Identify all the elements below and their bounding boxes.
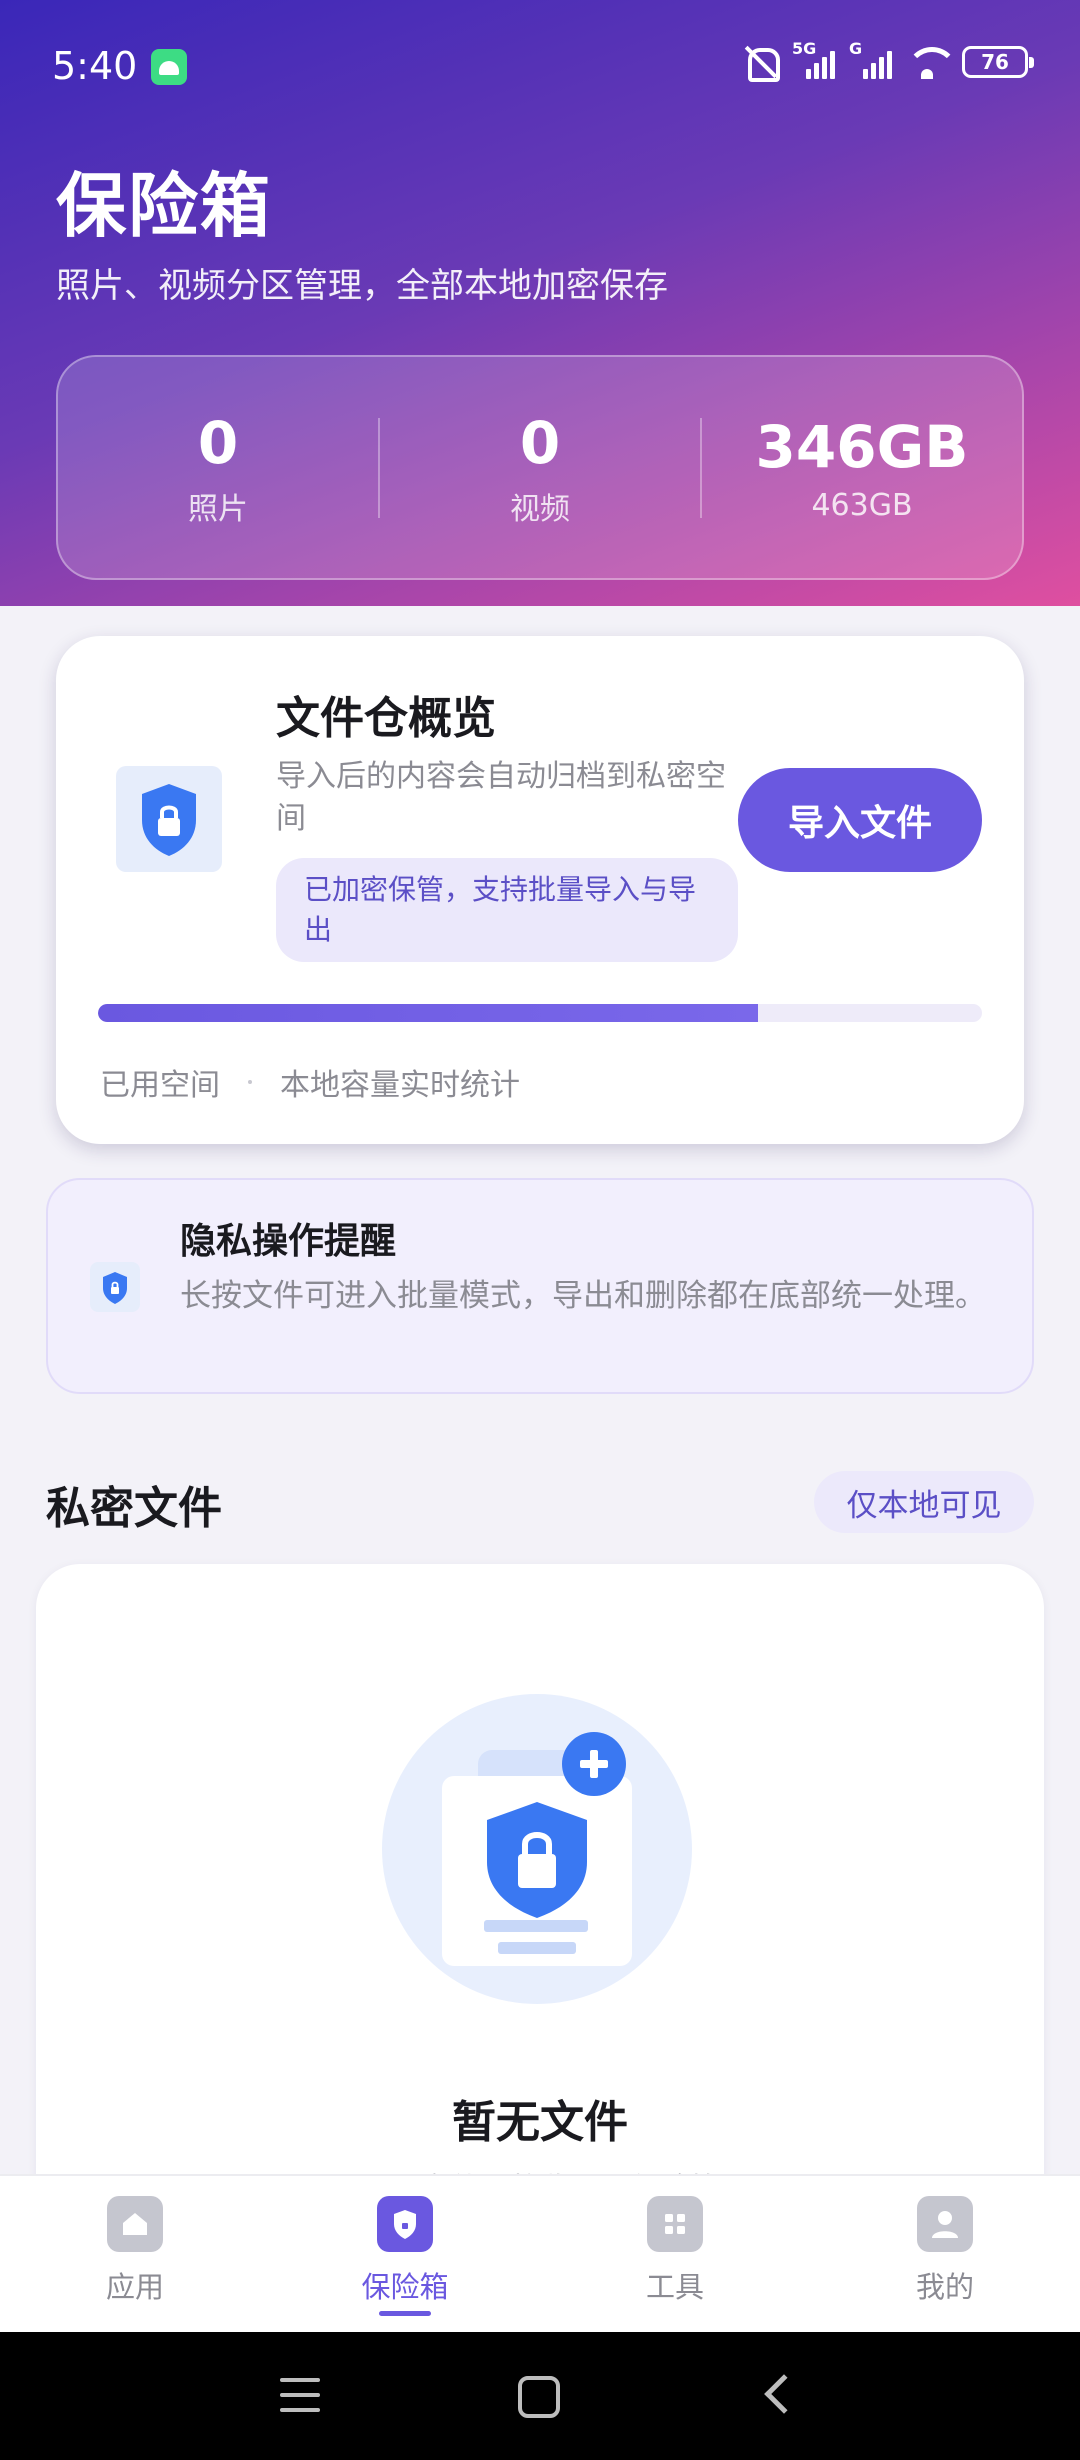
nav-item-profile[interactable]: 我的 [810,2176,1080,2332]
system-navigation-bar [0,2332,1080,2460]
section-title: 私密文件 [46,1483,222,1534]
nav-item-tools[interactable]: 工具 [540,2176,810,2332]
cell-signal-icon-2: G [849,39,892,79]
stat-value: 0 [519,408,561,477]
overview-card: 文件仓概览 导入后的内容会自动归档到私密空间 已加密保管，支持批量导入与导出 导… [56,636,1024,1144]
shield-lock-icon [116,766,222,872]
encryption-badge: 已加密保管，支持批量导入与导出 [276,858,738,962]
local-only-badge: 仅本地可见 [814,1471,1034,1533]
page-title: 保险箱 [56,165,272,247]
stat-label: 照片 [188,491,248,527]
bottom-navigation: 应用 保险箱 工具 我的 [0,2174,1080,2332]
status-icons: 5G G 76 [742,39,1034,82]
status-bar: 5:40 5G G 76 [0,0,1080,134]
home-icon [107,2196,163,2252]
bell-off-icon [742,44,780,82]
nav-label: 保险箱 [361,2270,449,2304]
tip-text: 长按文件可进入批量模式，导出和删除都在底部统一处理。 [180,1278,986,1314]
stat-value: 346GB [755,413,969,481]
android-notification-icon [151,49,187,85]
overview-description: 导入后的内容会自动归档到私密空间 [276,759,726,836]
status-time: 5:40 [52,44,138,88]
home-button-icon[interactable] [518,2376,560,2418]
stat-value: 0 [197,408,239,477]
stat-label: 463GB [811,488,913,523]
nav-item-vault[interactable]: 保险箱 [270,2176,540,2332]
shield-icon [377,2196,433,2252]
privacy-tip-card: 隐私操作提醒 长按文件可进入批量模式，导出和删除都在底部统一处理。 [46,1178,1034,1394]
network-type-label: 5G [792,39,817,58]
storage-progress-fill [98,1004,759,1022]
grid-icon [647,2196,703,2252]
stat-videos[interactable]: 0 视频 [380,408,700,528]
wifi-icon [906,45,958,79]
usage-note: 本地容量实时统计 [280,1068,520,1103]
network-type-label-2: G [849,39,863,58]
empty-files-illustration [382,1694,692,2004]
tip-title: 隐私操作提醒 [180,1221,397,1262]
shield-icon [90,1262,140,1312]
stat-label: 视频 [510,491,570,527]
back-arrow-icon[interactable] [764,2374,804,2414]
empty-state-title: 暂无文件 [452,2097,628,2148]
page-subtitle: 照片、视频分区管理，全部本地加密保存 [56,266,668,306]
usage-label: 已用空间 [100,1068,220,1103]
stats-card: 0 照片 0 视频 346GB 463GB [56,355,1024,580]
separator-dot [248,1080,252,1084]
recents-menu-icon[interactable] [280,2378,320,2414]
cell-signal-icon: 5G [792,39,835,79]
stat-storage: 346GB 463GB [702,412,1022,523]
person-icon [917,2196,973,2252]
nav-label: 工具 [645,2270,704,2304]
battery-icon: 76 [962,46,1034,78]
storage-progress-bar [98,1004,982,1022]
stat-photos[interactable]: 0 照片 [58,408,378,528]
import-files-button[interactable]: 导入文件 [738,768,982,872]
nav-label: 应用 [105,2270,164,2304]
overview-title: 文件仓概览 [276,693,496,744]
nav-label: 我的 [915,2270,974,2304]
active-indicator [379,2311,431,2316]
usage-row: 已用空间 本地容量实时统计 [100,1060,520,1104]
nav-item-apps[interactable]: 应用 [0,2176,270,2332]
